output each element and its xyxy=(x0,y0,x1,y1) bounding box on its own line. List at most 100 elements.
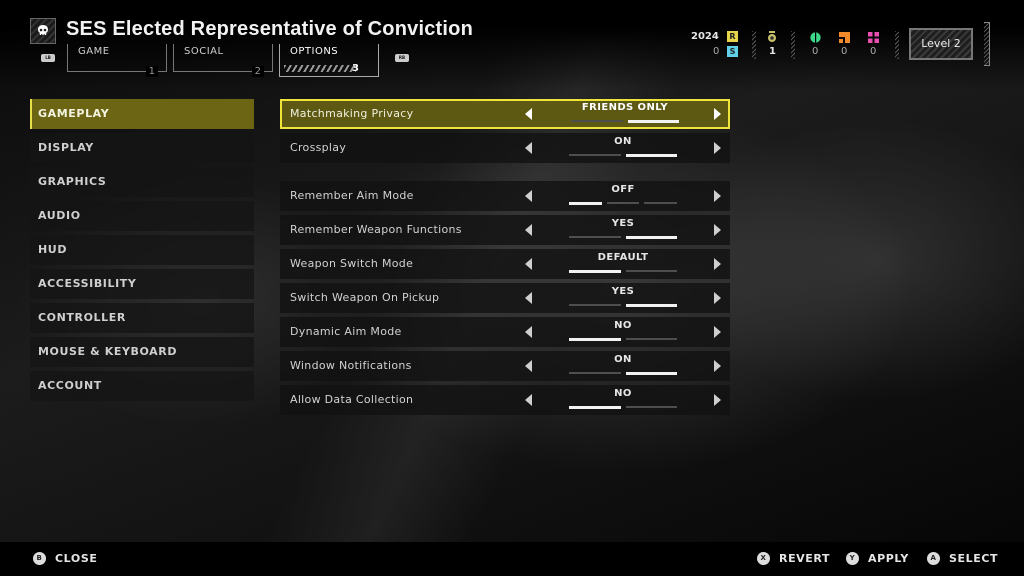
tab-number: 3 xyxy=(352,63,359,74)
level-badge: Level 2 xyxy=(909,28,973,60)
sidebar-item-mouse-keyboard[interactable]: MOUSE & KEYBOARD xyxy=(30,337,254,367)
option-indicator xyxy=(569,270,677,273)
option-indicator xyxy=(569,236,677,239)
option-segment xyxy=(606,202,640,204)
option-segment-active xyxy=(627,120,679,123)
tab-label: OPTIONS xyxy=(290,46,339,57)
setting-row-remember-weapon-functions[interactable]: Remember Weapon Functions YES xyxy=(280,215,730,245)
super-samples-value: 0 xyxy=(870,46,877,57)
option-segment-active xyxy=(569,270,621,273)
setting-label: Dynamic Aim Mode xyxy=(290,325,402,338)
super-sample-icon xyxy=(868,32,879,43)
b-button-icon: B xyxy=(33,552,46,565)
option-segment-active xyxy=(625,154,677,157)
option-segment xyxy=(569,236,621,238)
stats-divider xyxy=(752,31,756,59)
option-indicator xyxy=(569,154,677,157)
sidebar-item-hud[interactable]: HUD xyxy=(30,235,254,265)
super-credits-icon: S xyxy=(727,46,738,57)
apply-button[interactable]: Y APPLY xyxy=(846,552,909,565)
option-indicator xyxy=(569,406,677,409)
setting-label: Remember Weapon Functions xyxy=(290,223,462,236)
setting-value: NO xyxy=(614,320,632,331)
sidebar-item-controller[interactable]: CONTROLLER xyxy=(30,303,254,333)
sidebar-item-display[interactable]: DISPLAY xyxy=(30,133,254,163)
skull-icon xyxy=(38,25,48,35)
sidebar-item-graphics[interactable]: GRAPHICS xyxy=(30,167,254,197)
setting-row-crossplay[interactable]: Crossplay ON xyxy=(280,133,730,163)
stats-divider xyxy=(895,31,899,59)
arrow-right-icon[interactable] xyxy=(714,360,721,372)
option-segment-active xyxy=(625,236,677,239)
tab-game[interactable]: GAME 1 xyxy=(67,44,167,77)
tab-label: GAME xyxy=(78,46,110,57)
tab-label: SOCIAL xyxy=(184,46,224,57)
arrow-left-icon[interactable] xyxy=(525,360,532,372)
skull-logo xyxy=(30,18,56,44)
setting-row-window-notifications[interactable]: Window Notifications ON xyxy=(280,351,730,381)
setting-value: YES xyxy=(611,286,635,297)
arrow-right-icon[interactable] xyxy=(714,224,721,236)
setting-row-switch-weapon-on-pickup[interactable]: Switch Weapon On Pickup YES xyxy=(280,283,730,313)
option-segment xyxy=(569,372,621,374)
arrow-right-icon[interactable] xyxy=(714,394,721,406)
arrow-left-icon[interactable] xyxy=(525,292,532,304)
setting-value: FRIENDS ONLY xyxy=(581,102,669,113)
level-bracket xyxy=(984,22,990,66)
common-sample-icon xyxy=(810,32,821,43)
arrow-right-icon[interactable] xyxy=(714,258,721,270)
setting-row-remember-aim-mode[interactable]: Remember Aim Mode OFF xyxy=(280,181,730,211)
revert-button[interactable]: X REVERT xyxy=(757,552,830,565)
arrow-left-icon[interactable] xyxy=(525,224,532,236)
left-bumper-hint[interactable]: LB xyxy=(41,54,55,62)
arrow-right-icon[interactable] xyxy=(714,326,721,338)
setting-label: Remember Aim Mode xyxy=(290,189,414,202)
setting-label: Weapon Switch Mode xyxy=(290,257,414,270)
sidebar-item-gameplay[interactable]: GAMEPLAY xyxy=(30,99,254,129)
sidebar-item-account[interactable]: ACCOUNT xyxy=(30,371,254,401)
sidebar-item-audio[interactable]: AUDIO xyxy=(30,201,254,231)
rare-sample-icon xyxy=(839,32,850,43)
setting-row-allow-data-collection[interactable]: Allow Data Collection NO xyxy=(280,385,730,415)
setting-row-matchmaking-privacy[interactable]: Matchmaking Privacy FRIENDS ONLY xyxy=(280,99,730,129)
arrow-left-icon[interactable] xyxy=(525,326,532,338)
setting-label: Allow Data Collection xyxy=(290,393,414,406)
a-button-icon: A xyxy=(927,552,940,565)
setting-row-dynamic-aim-mode[interactable]: Dynamic Aim Mode NO xyxy=(280,317,730,347)
setting-value: YES xyxy=(611,218,635,229)
rare-samples-value: 0 xyxy=(841,46,848,57)
common-samples-value: 0 xyxy=(812,46,819,57)
option-indicator xyxy=(569,304,677,307)
select-label: SELECT xyxy=(949,552,999,565)
option-segment xyxy=(644,202,678,204)
setting-value: NO xyxy=(614,388,632,399)
right-bumper-hint[interactable]: RB xyxy=(395,54,409,62)
arrow-left-icon[interactable] xyxy=(525,394,532,406)
option-segment-active xyxy=(569,406,621,409)
y-button-icon: Y xyxy=(846,552,859,565)
sidebar-item-accessibility[interactable]: ACCESSIBILITY xyxy=(30,269,254,299)
arrow-left-icon[interactable] xyxy=(525,142,532,154)
requisition-value: 2024 xyxy=(691,31,719,42)
tab-options[interactable]: OPTIONS 3 xyxy=(279,44,379,77)
arrow-right-icon[interactable] xyxy=(714,142,721,154)
setting-label: Switch Weapon On Pickup xyxy=(290,291,440,304)
page-title: SES Elected Representative of Conviction xyxy=(66,18,473,40)
close-button[interactable]: B CLOSE xyxy=(33,552,97,565)
arrow-left-icon[interactable] xyxy=(525,258,532,270)
arrow-right-icon[interactable] xyxy=(714,190,721,202)
arrow-left-icon[interactable] xyxy=(525,108,532,120)
option-indicator xyxy=(569,338,677,341)
setting-value: ON xyxy=(614,354,632,365)
arrow-right-icon[interactable] xyxy=(714,108,721,120)
stats-divider xyxy=(791,31,795,59)
arrow-left-icon[interactable] xyxy=(525,190,532,202)
select-button[interactable]: A SELECT xyxy=(927,552,998,565)
setting-row-weapon-switch-mode[interactable]: Weapon Switch Mode DEFAULT xyxy=(280,249,730,279)
settings-list: Matchmaking Privacy FRIENDS ONLY Crossplay… xyxy=(280,99,730,419)
arrow-right-icon[interactable] xyxy=(714,292,721,304)
x-button-icon: X xyxy=(757,552,770,565)
option-segment xyxy=(625,270,677,272)
option-segment-active xyxy=(625,372,677,375)
tab-social[interactable]: SOCIAL 2 xyxy=(173,44,273,77)
